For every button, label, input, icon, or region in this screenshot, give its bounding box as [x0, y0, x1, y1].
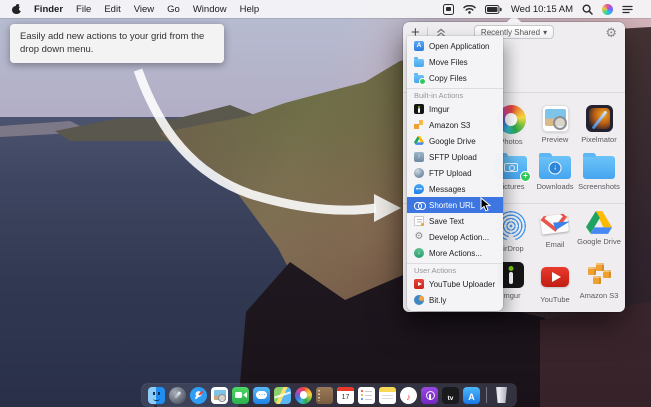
dock-divider	[486, 387, 487, 403]
dock-app-store-icon[interactable]: A	[463, 387, 480, 404]
google-drive-icon	[586, 211, 612, 234]
menubar-clock[interactable]: Wed 10:15 AM	[511, 4, 573, 15]
menu-file[interactable]: File	[76, 4, 91, 15]
grid-item-preview[interactable]: Preview	[533, 105, 577, 146]
grid-item-amazon-s3[interactable]: Amazon S3	[577, 262, 621, 304]
folder-icon	[414, 59, 424, 67]
screenshots-folder-icon	[583, 156, 615, 179]
menu-item-develop-action[interactable]: ⚙ Develop Action...	[407, 229, 503, 245]
email-icon	[540, 211, 570, 237]
dock-photos-icon[interactable]	[295, 387, 312, 404]
tutorial-arrow	[98, 62, 408, 222]
menu-item-sftp-upload[interactable]: ↑ SFTP Upload	[407, 149, 503, 165]
menu-section-built-in-actions: Built-in Actions	[407, 88, 503, 101]
grid-item-downloads[interactable]: ↓ Downloads	[533, 156, 577, 191]
menu-go[interactable]: Go	[167, 4, 180, 15]
imgur-icon	[414, 104, 424, 114]
menu-item-open-application[interactable]: A Open Application	[407, 38, 503, 54]
add-action-dropdown-menu: A Open Application Move Files Copy Files…	[407, 36, 503, 311]
dropzone-menubar-icon[interactable]	[443, 4, 454, 15]
desktop: Finder File Edit View Go Window Help Wed…	[0, 0, 651, 407]
bitly-icon	[414, 295, 424, 305]
dock-messages-icon[interactable]	[253, 387, 270, 404]
menu-section-user-actions: User Actions	[407, 263, 503, 276]
pixelmator-icon	[586, 105, 613, 132]
battery-icon[interactable]	[485, 5, 502, 14]
menu-item-more-actions[interactable]: ↓ More Actions...	[407, 245, 503, 261]
menu-window[interactable]: Window	[193, 4, 227, 15]
menu-item-copy-files[interactable]: Copy Files	[407, 70, 503, 86]
preview-icon	[542, 105, 569, 132]
google-drive-icon	[414, 136, 424, 146]
apple-menu-icon[interactable]	[12, 4, 21, 14]
menu-item-bitly[interactable]: Bit.ly	[407, 292, 503, 308]
grid-item-google-drive[interactable]: Google Drive	[577, 211, 621, 253]
menu-item-google-drive[interactable]: Google Drive	[407, 133, 503, 149]
messages-bubble-icon	[414, 184, 424, 194]
grid-item-youtube[interactable]: YouTube	[533, 262, 577, 304]
search-icon[interactable]	[582, 4, 593, 15]
menu-item-amazon-s3[interactable]: Amazon S3	[407, 117, 503, 133]
amazon-s3-icon	[585, 262, 613, 288]
menu-view[interactable]: View	[134, 4, 154, 15]
dock-reminders-icon[interactable]	[358, 387, 375, 404]
grid-item-screenshots[interactable]: Screenshots	[577, 156, 621, 191]
notification-center-icon[interactable]	[622, 5, 633, 14]
dock: 17 ♪ tv A	[142, 384, 516, 406]
sftp-upload-icon: ↑	[414, 152, 424, 162]
menu-finder[interactable]: Finder	[34, 4, 63, 15]
dock-tv-icon[interactable]: tv	[442, 387, 459, 404]
amazon-s3-icon	[414, 120, 424, 130]
wifi-icon[interactable]	[463, 4, 476, 14]
tutorial-tooltip: Easily add new actions to your grid from…	[10, 24, 224, 63]
menu-item-save-text[interactable]: Save Text	[407, 213, 503, 229]
download-arrow-glyph: ↓	[549, 161, 562, 174]
dock-safari-icon[interactable]	[190, 387, 207, 404]
dock-podcasts-icon[interactable]	[421, 387, 438, 404]
plus-badge: +	[520, 171, 531, 182]
globe-icon	[414, 168, 424, 178]
folder-plus-icon	[414, 75, 424, 83]
siri-icon[interactable]	[602, 4, 613, 15]
camera-glyph	[504, 163, 518, 172]
menu-edit[interactable]: Edit	[104, 4, 120, 15]
dock-maps-icon[interactable]	[274, 387, 291, 404]
develop-gear-icon: ⚙	[414, 232, 424, 242]
menu-help[interactable]: Help	[240, 4, 260, 15]
dock-calendar-icon[interactable]: 17	[337, 387, 354, 404]
menu-item-imgur[interactable]: Imgur	[407, 101, 503, 117]
grid-item-pixelmator[interactable]: Pixelmator	[577, 105, 621, 146]
dock-finder-icon[interactable]	[148, 387, 165, 404]
youtube-icon	[541, 267, 569, 287]
caret-down-icon: ▾	[543, 28, 547, 37]
dock-preview-icon[interactable]	[211, 387, 228, 404]
menu-bar: Finder File Edit View Go Window Help Wed…	[0, 0, 651, 18]
downloads-folder-icon: ↓	[539, 156, 571, 179]
link-icon	[414, 200, 424, 210]
gear-icon[interactable]: ⚙	[605, 26, 617, 39]
mouse-cursor	[480, 197, 491, 212]
dropzone-popover: + Recently Shared ▾ ⚙ Photos Preview	[403, 22, 625, 312]
menu-item-messages[interactable]: Messages	[407, 181, 503, 197]
menu-item-youtube-uploader[interactable]: YouTube Uploader	[407, 276, 503, 292]
grid-item-email[interactable]: Email	[533, 211, 577, 253]
dock-facetime-icon[interactable]	[232, 387, 249, 404]
dock-contacts-icon[interactable]	[316, 387, 333, 404]
dock-music-icon[interactable]: ♪	[400, 387, 417, 404]
more-actions-globe-icon: ↓	[414, 248, 424, 258]
menu-item-move-files[interactable]: Move Files	[407, 54, 503, 70]
dock-notes-icon[interactable]	[379, 387, 396, 404]
document-pencil-icon	[414, 216, 424, 226]
application-icon: A	[414, 41, 424, 51]
dock-launchpad-icon[interactable]	[169, 387, 186, 404]
youtube-icon	[414, 279, 424, 289]
dock-trash-icon[interactable]	[495, 387, 508, 403]
menu-item-ftp-upload[interactable]: FTP Upload	[407, 165, 503, 181]
